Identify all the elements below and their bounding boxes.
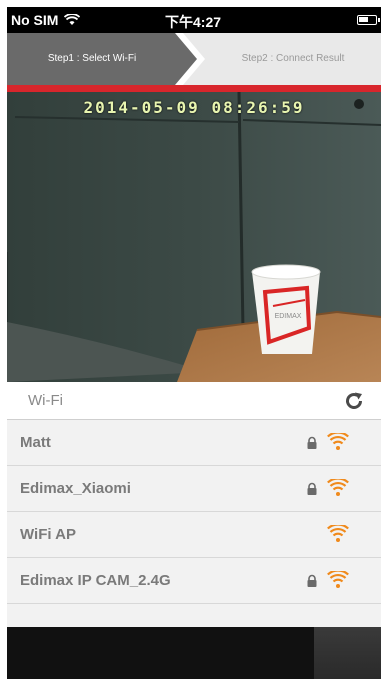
lock-icon [307,482,317,495]
wifi-signal-icon [327,433,349,450]
wifi-network-name: Edimax_Xiaomi [20,480,131,497]
camera-timestamp: 2014-05-09 08:26:59 [83,98,305,117]
wifi-network-name: WiFi AP [20,526,76,543]
wifi-list-header: Wi-Fi [7,382,381,420]
camera-scene: EDIMAX [7,92,381,382]
status-time: 下午4:27 [165,14,222,30]
carrier-group: No SIM [11,12,81,28]
wifi-row-edimax-ip-cam[interactable]: Edimax IP CAM_2.4G [7,558,381,604]
accent-bar [7,85,381,92]
next-button[interactable] [314,627,381,679]
lock-icon [307,436,317,449]
wifi-network-name: Edimax IP CAM_2.4G [20,572,171,589]
svg-text:EDIMAX: EDIMAX [275,313,302,320]
wifi-row-matt[interactable]: Matt [7,420,381,466]
wifi-row-edimax-xiaomi[interactable]: Edimax_Xiaomi [7,466,381,512]
phone-screen: No SIM 下午4:27 Step1 : Select Wi-Fi Step2… [7,7,381,679]
status-bar: No SIM 下午4:27 [7,7,381,33]
lock-icon [307,574,317,587]
wifi-signal-icon [327,525,349,542]
wifi-list-title: Wi-Fi [28,392,63,409]
wifi-icon [64,14,81,25]
wifi-signal-icon [327,571,349,588]
carrier-label: No SIM [11,12,59,28]
wifi-signal-icon [327,479,349,496]
step-header: Step1 : Select Wi-Fi Step2 : Connect Res… [7,33,381,85]
step1-label: Step1 : Select Wi-Fi [47,53,137,64]
step2-label: Step2 : Connect Result [241,53,345,64]
wifi-list[interactable]: Wi-Fi Matt Edimax_Xiaomi WiFi AP Edimax … [7,382,381,627]
bottom-toolbar [7,627,381,679]
wifi-row-wifi-ap[interactable]: WiFi AP [7,512,381,558]
camera-preview: EDIMAX 2014-05-09 08:26:59 [7,92,381,382]
refresh-icon[interactable] [343,390,365,412]
wifi-network-name: Matt [20,434,51,451]
battery-icon [357,15,380,25]
